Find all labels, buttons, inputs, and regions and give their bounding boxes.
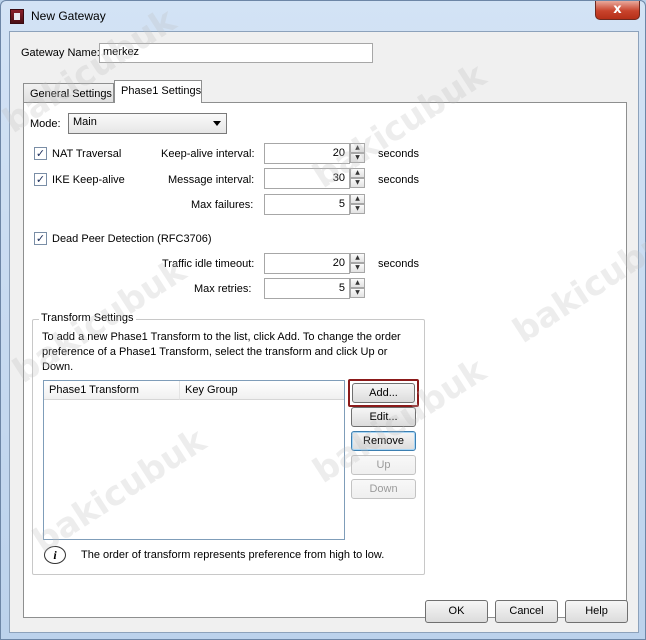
message-interval-label: Message interval: <box>168 174 255 186</box>
info-icon: i <box>44 546 66 564</box>
transform-settings-legend: Transform Settings <box>39 312 136 324</box>
keepalive-interval-unit: seconds <box>378 148 419 160</box>
spinner-up-icon[interactable]: ▲ <box>350 253 365 263</box>
spinner-down-icon[interactable]: ▼ <box>350 178 365 188</box>
spinner-down-icon[interactable]: ▼ <box>350 153 365 163</box>
down-button[interactable]: Down <box>351 479 416 499</box>
transform-order-note: The order of transform represents prefer… <box>81 549 385 561</box>
ike-keepalive-label: IKE Keep-alive <box>52 174 125 186</box>
add-button[interactable]: Add... <box>352 383 415 403</box>
keepalive-interval-label: Keep-alive interval: <box>161 148 255 160</box>
nat-traversal-label: NAT Traversal <box>52 148 122 160</box>
tab-general-settings[interactable]: General Settings <box>23 83 114 104</box>
max-retries-value[interactable]: 5 <box>264 278 350 299</box>
window-title: New Gateway <box>31 9 106 23</box>
transform-description: To add a new Phase1 Transform to the lis… <box>42 331 401 373</box>
message-interval-value[interactable]: 30 <box>264 168 350 189</box>
dialog-body: Gateway Name: merkez General Settings Ph… <box>9 31 639 633</box>
cancel-button[interactable]: Cancel <box>495 600 558 623</box>
max-failures-label: Max failures: <box>191 199 254 211</box>
tab-phase1-settings[interactable]: Phase1 Settings <box>114 80 202 103</box>
phase1-settings-panel: Mode: Main ✓ NAT Traversal Keep-alive in… <box>23 102 627 618</box>
dpd-label: Dead Peer Detection (RFC3706) <box>52 233 212 245</box>
dialog-window: New Gateway x Gateway Name: merkez Gener… <box>0 0 646 640</box>
spinner-down-icon[interactable]: ▼ <box>350 204 365 214</box>
dpd-checkbox[interactable]: ✓ <box>34 232 47 245</box>
mode-select-value: Main <box>73 116 97 128</box>
close-button[interactable]: x <box>595 1 640 20</box>
mode-label: Mode: <box>30 118 61 130</box>
gateway-name-input[interactable]: merkez <box>99 43 373 63</box>
up-button[interactable]: Up <box>351 455 416 475</box>
help-button[interactable]: Help <box>565 600 628 623</box>
nat-traversal-checkbox[interactable]: ✓ <box>34 147 47 160</box>
mode-select[interactable]: Main <box>68 113 227 134</box>
transform-table[interactable]: Phase1 Transform Key Group <box>43 380 345 540</box>
traffic-idle-timeout-unit: seconds <box>378 258 419 270</box>
spinner-down-icon[interactable]: ▼ <box>350 263 365 273</box>
traffic-idle-timeout-value[interactable]: 20 <box>264 253 350 274</box>
spinner-up-icon[interactable]: ▲ <box>350 143 365 153</box>
ok-button[interactable]: OK <box>425 600 488 623</box>
max-failures-value[interactable]: 5 <box>264 194 350 215</box>
keepalive-interval-value[interactable]: 20 <box>264 143 350 164</box>
title-bar[interactable]: New Gateway x <box>1 1 645 31</box>
spinner-down-icon[interactable]: ▼ <box>350 288 365 298</box>
max-retries-label: Max retries: <box>194 283 252 295</box>
message-interval-unit: seconds <box>378 174 419 186</box>
edit-button[interactable]: Edit... <box>351 407 416 427</box>
gateway-name-label: Gateway Name: <box>21 47 100 59</box>
traffic-idle-timeout-label: Traffic idle timeout: <box>162 258 255 270</box>
ike-keepalive-checkbox[interactable]: ✓ <box>34 173 47 186</box>
column-phase1-transform[interactable]: Phase1 Transform <box>44 381 179 400</box>
spinner-up-icon[interactable]: ▲ <box>350 194 365 204</box>
chevron-down-icon <box>213 121 221 126</box>
app-icon <box>10 9 24 24</box>
spinner-up-icon[interactable]: ▲ <box>350 278 365 288</box>
column-key-group[interactable]: Key Group <box>179 381 344 400</box>
spinner-up-icon[interactable]: ▲ <box>350 168 365 178</box>
remove-button[interactable]: Remove <box>351 431 416 451</box>
